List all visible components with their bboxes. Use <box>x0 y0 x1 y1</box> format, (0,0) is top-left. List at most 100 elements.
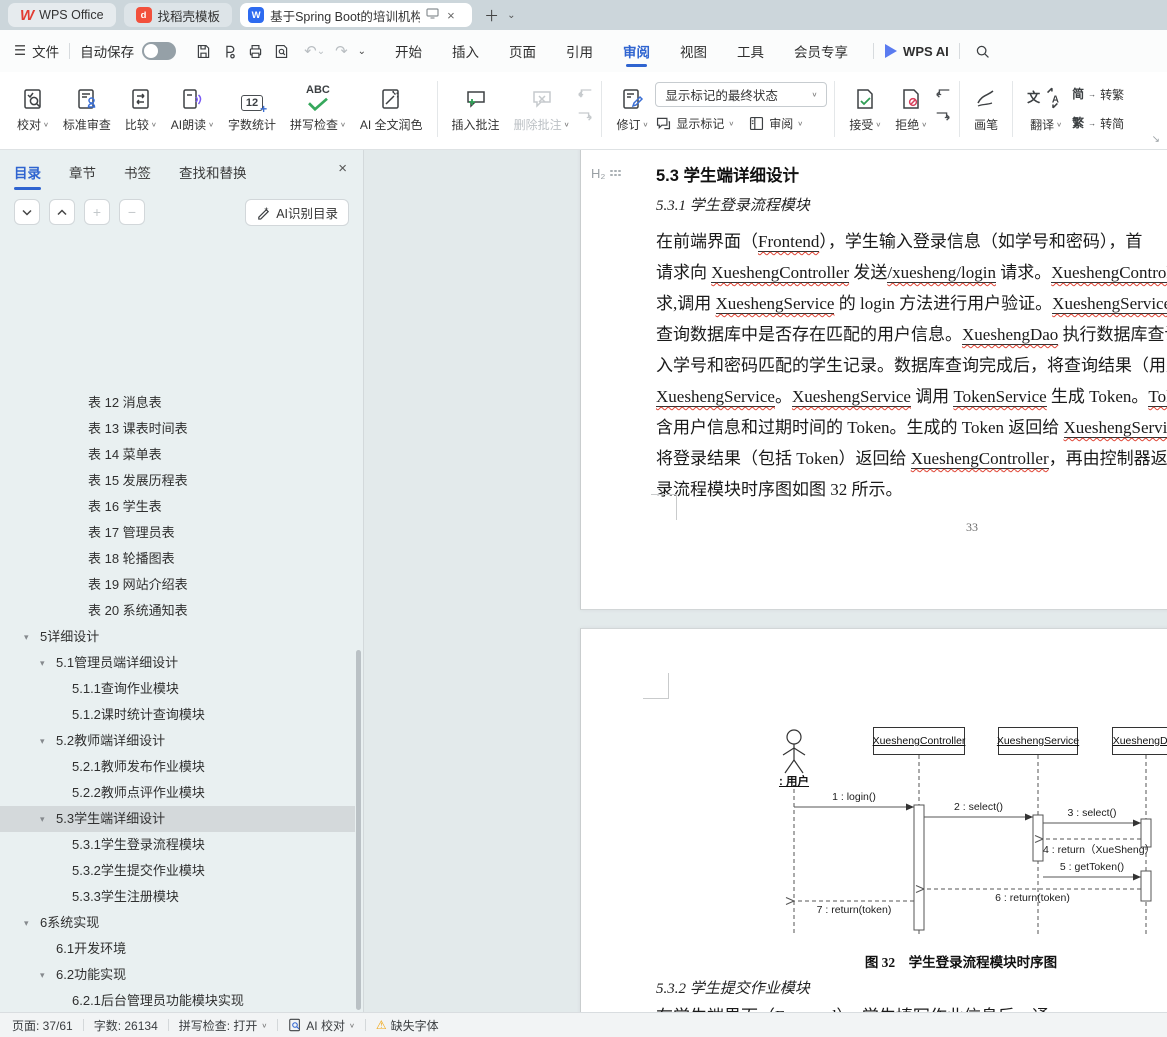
document-page-1[interactable]: H₂ 5.3 学生端详细设计 5.3.1 学生登录流程模块 在前端界面（Fron… <box>580 150 1167 610</box>
toc-item[interactable]: ▾ 5详细设计 <box>0 624 355 650</box>
toc-item[interactable]: ▾ 6系统实现 <box>0 910 355 936</box>
insert-comment-button[interactable]: 插入批注 <box>445 83 507 135</box>
ai-proofread-status[interactable]: AI 校对 ∨ <box>288 1017 355 1034</box>
export-icon[interactable] <box>216 40 242 62</box>
spellcheck-status[interactable]: 拼写检查: 打开 ∨ <box>179 1017 268 1034</box>
menu-view[interactable]: 视图 <box>665 30 722 72</box>
toc-item[interactable]: ▾表 15 发展历程表 <box>0 468 355 494</box>
tab-list-chevron-icon[interactable]: ⌄ <box>507 10 515 21</box>
new-tab-button[interactable]: ＋ <box>484 5 499 26</box>
compare-button[interactable]: 比较 ∨ <box>118 83 164 135</box>
print-preview-icon[interactable] <box>268 40 294 62</box>
traditional-to-simplified-button[interactable]: 繁 → 转简 <box>1072 112 1124 135</box>
collapse-triangle-icon[interactable]: ▾ <box>24 910 40 936</box>
missing-font-warning[interactable]: ⚠ 缺失字体 <box>376 1017 439 1034</box>
toc-item[interactable]: ▾5.3.1学生登录流程模块 <box>0 832 355 858</box>
show-markup-button[interactable]: 显示标记 ∨ <box>655 112 734 135</box>
menu-home[interactable]: 开始 <box>380 30 437 72</box>
proofread-button[interactable]: 校对 ∨ <box>10 83 56 135</box>
sidebar-scrollbar[interactable] <box>356 650 361 1010</box>
menu-member[interactable]: 会员专享 <box>779 30 863 72</box>
toc-item[interactable]: ▾6.1开发环境 <box>0 936 355 962</box>
search-icon[interactable] <box>970 40 996 62</box>
translate-button[interactable]: 文 A 翻译 ∨ <box>1020 83 1072 135</box>
ai-polish-icon <box>379 85 403 111</box>
track-changes-button[interactable]: 修订 ∨ <box>609 83 655 135</box>
expand-all-button[interactable] <box>14 199 40 225</box>
sidebar-tab-contents[interactable]: 目录 <box>14 162 41 190</box>
accept-revision-button[interactable]: 接受 ∨ <box>842 83 888 135</box>
toc-item[interactable]: ▾ 5.2教师端详细设计 <box>0 728 355 754</box>
ai-polish-button[interactable]: AI 全文润色 <box>353 83 430 135</box>
toc-item[interactable]: ▾ 5.1管理员端详细设计 <box>0 650 355 676</box>
menu-insert[interactable]: 插入 <box>437 30 494 72</box>
ink-pen-button[interactable]: 画笔 <box>967 83 1005 135</box>
reject-revision-button[interactable]: 拒绝 ∨ <box>888 83 934 135</box>
toc-item[interactable]: ▾5.2.2教师点评作业模块 <box>0 780 355 806</box>
toc-item[interactable]: ▾表 13 课表时间表 <box>0 416 355 442</box>
toc-item[interactable]: ▾5.1.1查询作业模块 <box>0 676 355 702</box>
toc-item[interactable]: ▾ 6.2功能实现 <box>0 962 355 988</box>
text-line: 在学生端界面（Frontend），学生填写作业信息后，通 <box>656 1001 1167 1012</box>
toc-item[interactable]: ▾表 18 轮播图表 <box>0 546 355 572</box>
close-tab-icon[interactable]: × <box>447 8 455 23</box>
word-count-indicator[interactable]: 字数: 26134 <box>94 1017 158 1034</box>
collapse-all-button[interactable] <box>49 199 75 225</box>
hamburger-icon[interactable]: ☰ <box>14 43 26 59</box>
monitor-icon[interactable] <box>426 8 439 22</box>
toc-item[interactable]: ▾5.1.2课时统计查询模块 <box>0 702 355 728</box>
toc-item[interactable]: ▾表 17 管理员表 <box>0 520 355 546</box>
autosave-toggle[interactable] <box>142 42 177 60</box>
save-icon[interactable] <box>190 40 216 62</box>
toc-item[interactable]: ▾表 12 消息表 <box>0 390 355 416</box>
collapse-triangle-icon[interactable]: ▾ <box>40 650 56 676</box>
tab-wps-home[interactable]: W WPS Office <box>8 3 116 27</box>
collapse-triangle-icon[interactable]: ▾ <box>40 806 56 832</box>
tab-current-document[interactable]: W 基于Spring Boot的培训机构 × <box>240 3 473 27</box>
markup-state-dropdown[interactable]: 显示标记的最终状态 ∨ <box>655 82 828 107</box>
toc-item[interactable]: ▾5.3.2学生提交作业模块 <box>0 858 355 884</box>
menu-reference[interactable]: 引用 <box>551 30 608 72</box>
word-count-button[interactable]: 12 + 字数统计 <box>221 83 283 135</box>
toc-item[interactable]: ▾6.2.1后台管理员功能模块实现 <box>0 988 355 1012</box>
ai-recognize-toc-button[interactable]: AI识别目录 <box>245 198 349 226</box>
text-line: XueshengService。XueshengService 调用 Token… <box>656 381 1167 412</box>
history-chevron-icon[interactable]: ⌄ <box>358 46 366 57</box>
ribbon-expand-icon[interactable]: ↘ <box>1152 134 1160 145</box>
standard-review-button[interactable]: 标准审查 <box>56 83 118 135</box>
spell-check-button[interactable]: ABC 拼写检查 ∨ <box>283 83 353 135</box>
toc-item[interactable]: ▾表 14 菜单表 <box>0 442 355 468</box>
menu-page[interactable]: 页面 <box>494 30 551 72</box>
toc-item[interactable]: ▾表 20 系统通知表 <box>0 598 355 624</box>
simplified-to-traditional-button[interactable]: 简 → 转繁 <box>1072 83 1124 106</box>
file-menu[interactable]: 文件 <box>32 41 59 61</box>
review-pane-button[interactable]: 审阅 ∨ <box>748 112 803 135</box>
toc-item[interactable]: ▾5.2.1教师发布作业模块 <box>0 754 355 780</box>
toc-item[interactable]: ▾表 16 学生表 <box>0 494 355 520</box>
toc-item[interactable]: ▾5.3.3学生注册模块 <box>0 884 355 910</box>
collapse-triangle-icon[interactable]: ▾ <box>40 728 56 754</box>
toc-item[interactable]: ▾ 5.3学生端详细设计 <box>0 806 355 832</box>
sidebar-tab-chapters[interactable]: 章节 <box>69 162 96 190</box>
sidebar-close-icon[interactable]: × <box>338 160 347 177</box>
sidebar-tab-bookmarks[interactable]: 书签 <box>124 162 151 190</box>
menu-tools[interactable]: 工具 <box>722 30 779 72</box>
tab-docer-templates[interactable]: d 找稻壳模板 <box>123 3 233 27</box>
print-icon[interactable] <box>242 40 268 62</box>
page-number: 33 <box>966 520 978 534</box>
drag-handle-icon[interactable] <box>610 169 622 178</box>
ai-read-aloud-button[interactable]: AI朗读 ∨ <box>164 83 221 135</box>
toc-item[interactable]: ▾表 19 网站介绍表 <box>0 572 355 598</box>
collapse-triangle-icon[interactable]: ▾ <box>40 962 56 988</box>
heading-level-marker[interactable]: H₂ <box>591 166 622 181</box>
spellcheck-flagged-text: Frontend <box>758 232 820 252</box>
collapse-triangle-icon[interactable]: ▾ <box>24 624 40 650</box>
spellcheck-flagged-text: XueshengService <box>715 294 835 314</box>
page-indicator[interactable]: 页面: 37/61 <box>12 1017 73 1034</box>
previous-revision-icon[interactable] <box>934 87 952 107</box>
wps-ai-button[interactable]: WPS AI <box>884 44 949 59</box>
menu-review[interactable]: 审阅 <box>608 30 665 72</box>
next-revision-icon[interactable] <box>934 110 952 130</box>
sidebar-tab-find-replace[interactable]: 查找和替换 <box>179 162 247 190</box>
document-page-2[interactable]: : 用户 XueshengController XueshengService Xu… <box>580 628 1167 1012</box>
